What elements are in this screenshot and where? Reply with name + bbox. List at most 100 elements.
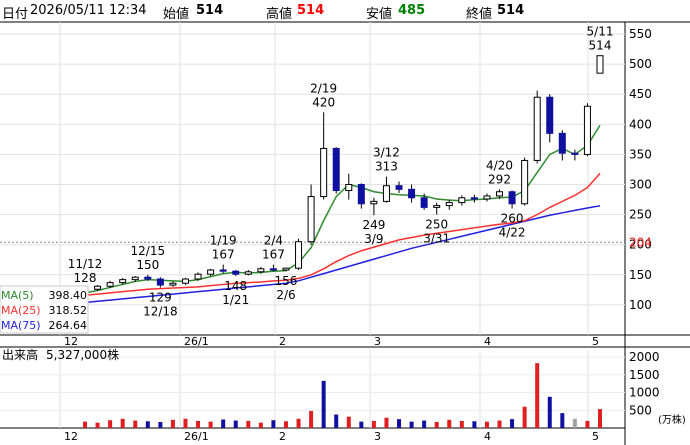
x-axis-label: 3 — [374, 335, 381, 348]
volume-title: 出来高 — [2, 347, 38, 362]
candle-body — [395, 185, 403, 190]
volume-value: 5,327,000株 — [46, 347, 119, 362]
x-axis-label: 2 — [279, 335, 286, 348]
x-axis-label: 4 — [484, 335, 491, 348]
annotation-value: 250 — [425, 218, 448, 232]
price-tick-label: 450 — [629, 87, 652, 101]
annotation-date: 11/12 — [68, 257, 103, 271]
annotation-date: 12/18 — [143, 304, 178, 318]
volume-bar — [598, 409, 602, 428]
volume-bar — [409, 421, 414, 428]
candle-body — [181, 278, 189, 284]
volume-bar — [321, 380, 326, 428]
volume-bar — [472, 421, 477, 428]
x-axis-label: 12 — [64, 335, 78, 348]
annotation-value: 260 — [501, 212, 524, 226]
volume-bar — [560, 413, 565, 428]
volume-bar — [133, 420, 138, 428]
volume-bar — [158, 421, 163, 428]
candle-body — [357, 184, 365, 205]
volume-bar — [535, 363, 540, 428]
volume-tick-label: 1500 — [629, 368, 660, 382]
candle-body — [282, 267, 290, 271]
annotation-date: 5/11 — [587, 25, 614, 39]
annotation-date: 2/6 — [276, 288, 295, 302]
volume-x-axis-label: 26/1 — [184, 430, 209, 443]
volume-bar — [422, 420, 427, 428]
volume-bar — [258, 422, 263, 428]
candle-body — [244, 271, 252, 275]
volume-tick-label: 2000 — [629, 350, 660, 364]
legend-name: MA(5) — [1, 289, 34, 302]
price-tick-label: 300 — [629, 178, 652, 192]
candle-body — [483, 195, 491, 200]
legend-value: 264.64 — [49, 319, 88, 332]
legend-value: 398.40 — [49, 289, 88, 302]
volume-tick-label: 1000 — [629, 386, 660, 400]
price-tick-label: 400 — [629, 117, 652, 131]
volume-tick-label: 500 — [629, 403, 652, 417]
candle-body — [295, 241, 303, 269]
volume-bar — [271, 420, 276, 428]
annotation-date: 2/19 — [310, 81, 337, 95]
volume-bar — [120, 418, 125, 428]
candle-body — [370, 200, 378, 205]
candle-body — [470, 197, 478, 200]
volume-x-axis-label: 2 — [279, 430, 286, 443]
candle-body — [144, 276, 152, 280]
annotation-value: 292 — [488, 172, 511, 186]
price-tick-label: 150 — [629, 268, 652, 282]
annotation-value: 148 — [224, 279, 247, 293]
x-axis-label: 26/1 — [184, 335, 209, 348]
candle-body — [194, 273, 202, 280]
volume-bar — [359, 421, 364, 428]
volume-bar — [371, 420, 376, 428]
volume-bar — [309, 410, 314, 428]
volume-x-axis-label: 4 — [484, 430, 491, 443]
volume-x-axis-label: 5 — [592, 430, 599, 443]
volume-bar — [484, 421, 489, 428]
annotation-value: 129 — [149, 290, 172, 304]
volume-bar — [510, 419, 515, 428]
volume-bar — [547, 396, 552, 428]
volume-bar — [346, 416, 351, 428]
annotation-value: 156 — [275, 274, 298, 288]
annotation-date: 1/21 — [222, 293, 249, 307]
candle-body — [596, 55, 604, 74]
volume-bar — [397, 419, 402, 428]
candle-body — [156, 278, 164, 286]
candle-body — [320, 147, 328, 198]
candle-body — [382, 185, 390, 202]
candle-body — [307, 196, 315, 243]
annotation-date: 3/12 — [373, 146, 400, 160]
candle-body — [496, 191, 504, 197]
annotation-date: 2/4 — [264, 234, 283, 248]
candle-body — [458, 197, 466, 204]
annotation-value: 128 — [74, 271, 97, 285]
candle-body — [571, 152, 579, 155]
annotation-date: 12/15 — [131, 244, 166, 258]
annotation-value: 167 — [262, 248, 285, 262]
volume-x-axis-label: 12 — [64, 430, 78, 443]
candle-body — [533, 96, 541, 161]
candle-body — [94, 285, 102, 290]
annotation-value: 420 — [312, 95, 335, 109]
annotation-date: 1/19 — [210, 234, 237, 248]
volume-bar — [497, 420, 502, 428]
candle-body — [508, 191, 516, 205]
legend-name: MA(75) — [1, 319, 41, 332]
annotation-value: 167 — [212, 248, 235, 262]
volume-bar — [447, 419, 452, 428]
volume-bar — [434, 421, 439, 428]
volume-bar — [221, 419, 226, 428]
annotation-value: 313 — [375, 160, 398, 174]
annotation-date: 4/20 — [486, 158, 513, 172]
volume-bar — [208, 421, 213, 428]
candle-body — [345, 184, 353, 192]
volume-bar — [170, 419, 175, 428]
stock-chart: 100150200250300350400450500550204121226/… — [0, 21, 690, 445]
candle-body — [169, 282, 177, 286]
volume-bar — [246, 420, 251, 428]
volume-bar — [108, 420, 113, 428]
price-tick-label: 250 — [629, 208, 652, 222]
